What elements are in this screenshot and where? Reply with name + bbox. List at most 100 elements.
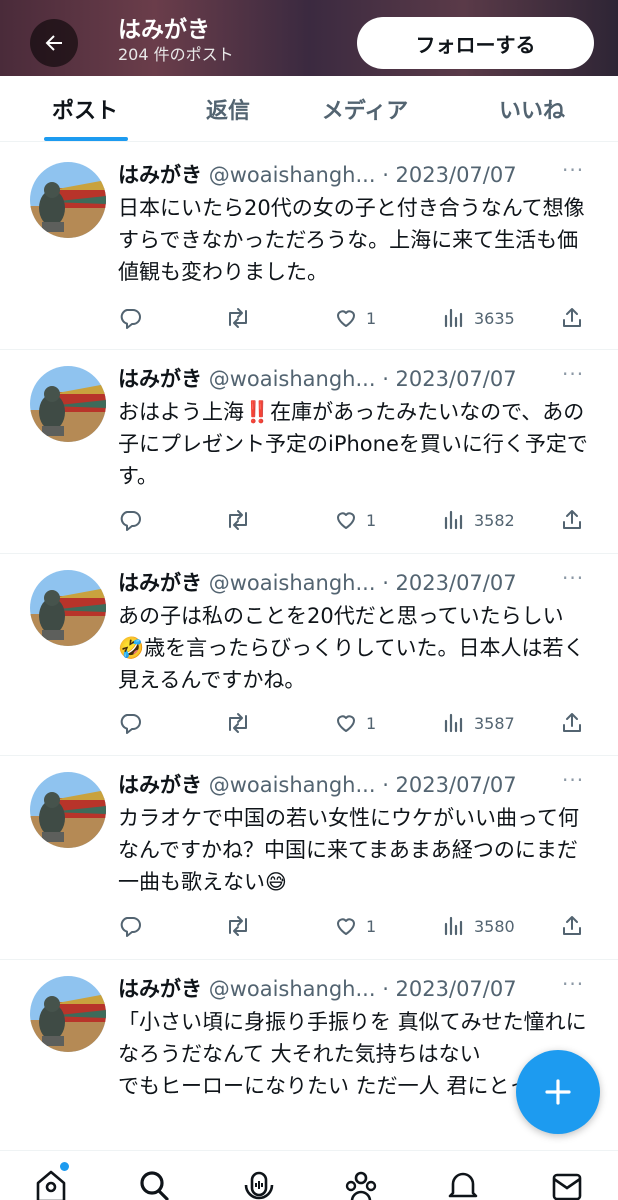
avatar[interactable] xyxy=(30,162,106,238)
follow-button[interactable]: フォローする xyxy=(357,17,594,69)
nav-messages[interactable] xyxy=(547,1169,587,1200)
more-options-button[interactable]: ··· xyxy=(562,972,588,1002)
reply-button[interactable] xyxy=(118,911,142,941)
author-handle[interactable]: @woaishangh... xyxy=(209,977,376,1001)
reply-icon xyxy=(120,511,141,531)
post-item[interactable]: はみがき @woaishangh... · 2023/07/07 ··· カラオ… xyxy=(0,756,618,960)
author-handle[interactable]: @woaishangh... xyxy=(209,367,376,391)
author-name[interactable]: はみがき xyxy=(118,977,202,1001)
post-header: はみがき @woaishangh... · 2023/07/07 xyxy=(118,160,598,190)
tab-media[interactable]: メディア xyxy=(300,76,430,142)
post-header: はみがき @woaishangh... · 2023/07/07 xyxy=(118,974,598,1004)
avatar[interactable] xyxy=(30,976,106,1052)
post-item[interactable]: はみがき @woaishangh... · 2023/07/07 ··· 日本に… xyxy=(0,146,618,350)
post-text: カラオケで中国の若い女性にウケがいい曲って何なんですかね？中国に来てまあまあ経つ… xyxy=(118,806,579,894)
active-tab-indicator xyxy=(44,137,128,141)
share-icon xyxy=(563,308,581,327)
like-count: 1 xyxy=(366,916,377,936)
back-arrow-icon xyxy=(45,35,62,51)
post-item[interactable]: はみがき @woaishangh... · 2023/07/07 ··· あの子… xyxy=(0,554,618,756)
view-count: 3580 xyxy=(474,916,515,936)
post-header: はみがき @woaishangh... · 2023/07/07 xyxy=(118,770,598,800)
more-options-button[interactable]: ··· xyxy=(562,768,588,798)
author-name[interactable]: はみがき xyxy=(118,367,202,391)
author-handle[interactable]: @woaishangh... xyxy=(209,773,376,797)
post-date[interactable]: · 2023/07/07 xyxy=(382,163,516,187)
share-button[interactable] xyxy=(560,505,584,535)
views-button[interactable]: 3635 xyxy=(442,303,515,333)
reply-button[interactable] xyxy=(118,505,142,535)
reply-button[interactable] xyxy=(118,303,142,333)
profile-tabs: ポスト 返信 メディア いいね xyxy=(0,76,618,142)
nav-notifications[interactable] xyxy=(443,1169,483,1200)
like-count: 1 xyxy=(366,308,377,328)
heart-icon xyxy=(337,918,355,935)
repost-icon xyxy=(229,916,247,936)
avatar[interactable] xyxy=(30,366,106,442)
nav-communities[interactable] xyxy=(341,1169,381,1200)
nav-spaces[interactable] xyxy=(239,1169,279,1200)
repost-button[interactable] xyxy=(224,911,252,941)
communities-icon xyxy=(345,1171,377,1200)
author-name[interactable]: はみがき xyxy=(118,163,202,187)
author-name[interactable]: はみがき xyxy=(118,773,202,797)
more-options-button[interactable]: ··· xyxy=(562,158,588,188)
tab-likes[interactable]: いいね xyxy=(462,76,602,142)
profile-header: はみがき 204 件のポスト フォローする xyxy=(0,0,618,76)
avatar[interactable] xyxy=(30,570,106,646)
nav-home[interactable] xyxy=(31,1169,71,1200)
heart-icon xyxy=(337,310,355,327)
heart-icon xyxy=(337,715,355,732)
share-button[interactable] xyxy=(560,911,584,941)
like-button[interactable]: 1 xyxy=(334,505,376,535)
notifications-icon xyxy=(448,1172,478,1198)
repost-button[interactable] xyxy=(224,505,252,535)
more-options-button[interactable]: ··· xyxy=(562,566,588,596)
home-unread-dot xyxy=(60,1162,69,1171)
like-button[interactable]: 1 xyxy=(334,708,376,738)
post-actions: 1 3580 xyxy=(0,911,618,941)
post-item[interactable]: はみがき @woaishangh... · 2023/07/07 ··· おはよ… xyxy=(0,350,618,554)
post-date[interactable]: · 2023/07/07 xyxy=(382,977,516,1001)
repost-button[interactable] xyxy=(224,303,252,333)
profile-name: はみがき xyxy=(118,17,210,43)
like-button[interactable]: 1 xyxy=(334,911,376,941)
view-count: 3582 xyxy=(474,510,515,530)
back-button[interactable] xyxy=(30,19,78,67)
tab-replies[interactable]: 返信 xyxy=(170,76,286,142)
share-button[interactable] xyxy=(560,708,584,738)
compose-button[interactable] xyxy=(516,1050,600,1134)
view-count: 3635 xyxy=(474,308,515,328)
reply-button[interactable] xyxy=(118,708,142,738)
post-actions: 1 3587 xyxy=(0,708,618,738)
post-header: はみがき @woaishangh... · 2023/07/07 xyxy=(118,568,598,598)
post-date[interactable]: · 2023/07/07 xyxy=(382,367,516,391)
post-date[interactable]: · 2023/07/07 xyxy=(382,773,516,797)
author-handle[interactable]: @woaishangh... xyxy=(209,163,376,187)
view-count: 3587 xyxy=(474,713,515,733)
avatar[interactable] xyxy=(30,772,106,848)
share-icon xyxy=(563,510,581,529)
views-icon xyxy=(444,308,463,328)
post-date[interactable]: · 2023/07/07 xyxy=(382,571,516,595)
share-icon xyxy=(563,916,581,935)
post-item[interactable]: はみがき @woaishangh... · 2023/07/07 ··· 「小さ… xyxy=(0,960,618,1150)
post-actions: 1 3582 xyxy=(0,505,618,535)
share-button[interactable] xyxy=(560,303,584,333)
more-options-button[interactable]: ··· xyxy=(562,362,588,392)
like-button[interactable]: 1 xyxy=(334,303,376,333)
views-icon xyxy=(444,713,463,733)
views-button[interactable]: 3587 xyxy=(442,708,515,738)
views-button[interactable]: 3582 xyxy=(442,505,515,535)
reply-icon xyxy=(120,309,141,329)
post-actions: 1 3635 xyxy=(0,303,618,333)
author-handle[interactable]: @woaishangh... xyxy=(209,571,376,595)
reply-icon xyxy=(120,714,141,734)
tab-posts[interactable]: ポスト xyxy=(20,76,150,142)
repost-button[interactable] xyxy=(224,708,252,738)
nav-search[interactable] xyxy=(134,1169,174,1200)
post-text: おはよう上海‼️在庫があったみたいなので、あの子にプレゼント予定のiPhoneを… xyxy=(118,400,588,488)
heart-icon xyxy=(337,512,355,529)
author-name[interactable]: はみがき xyxy=(118,571,202,595)
views-button[interactable]: 3580 xyxy=(442,911,515,941)
